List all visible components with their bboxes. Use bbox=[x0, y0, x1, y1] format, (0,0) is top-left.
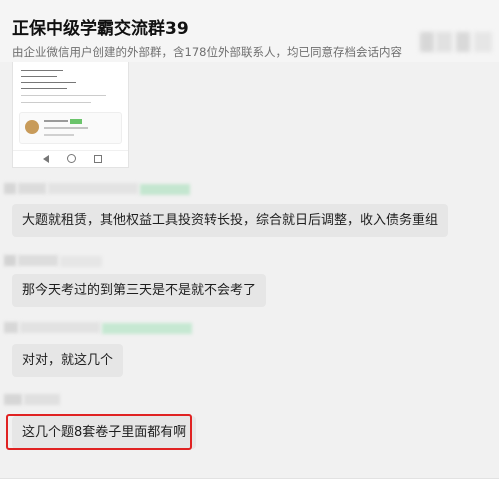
sender-name-blur bbox=[140, 184, 190, 195]
highlight-box bbox=[6, 414, 192, 450]
handwriting-line bbox=[21, 82, 76, 83]
status-badge bbox=[70, 119, 82, 124]
phone-nav-bar bbox=[13, 150, 128, 167]
handwriting-line bbox=[21, 76, 57, 77]
sender-name-blur bbox=[4, 183, 16, 194]
header-action-blur[interactable] bbox=[420, 32, 434, 52]
sender-name-blur bbox=[60, 256, 102, 267]
card-text-line bbox=[44, 134, 74, 136]
header-action-blur[interactable] bbox=[436, 32, 452, 52]
avatar bbox=[25, 120, 39, 134]
chat-header: 正保中级学霸交流群39 由企业微信用户创建的外部群，含178位外部联系人，均已同… bbox=[0, 0, 499, 62]
message-bubble[interactable]: 那今天考过的到第三天是不是就不会考了 bbox=[12, 274, 267, 307]
sender-name-blur bbox=[24, 394, 60, 405]
card-text-line bbox=[44, 127, 88, 129]
handwriting-line bbox=[21, 70, 63, 71]
divider bbox=[21, 95, 106, 96]
message-bubble[interactable]: 对对，就这几个 bbox=[12, 344, 124, 377]
sender-name-blur bbox=[20, 322, 100, 333]
sender-name-blur bbox=[4, 322, 18, 333]
sender-name-blur bbox=[4, 394, 22, 405]
group-title: 正保中级学霸交流群39 bbox=[12, 19, 189, 39]
group-subtitle: 由企业微信用户创建的外部群，含178位外部联系人，均已同意存档会话内容 bbox=[12, 45, 402, 59]
sender-name-blur bbox=[18, 183, 46, 194]
card-text-line bbox=[44, 120, 68, 122]
sender-name-blur bbox=[48, 183, 138, 194]
header-action-blur[interactable] bbox=[456, 32, 470, 52]
header-action-blur[interactable] bbox=[474, 32, 492, 52]
recents-square-icon bbox=[94, 155, 102, 163]
toolbar-line bbox=[21, 102, 91, 103]
home-circle-icon bbox=[67, 154, 76, 163]
post-card bbox=[19, 112, 122, 144]
image-attachment[interactable] bbox=[12, 62, 129, 168]
sender-name-blur bbox=[4, 255, 16, 266]
sender-name-blur bbox=[102, 323, 192, 334]
back-triangle-icon bbox=[43, 155, 49, 163]
message-bubble[interactable]: 大题就租赁，其他权益工具投资转长投，综合就日后调整，收入债务重组 bbox=[12, 204, 449, 237]
sender-name-blur bbox=[18, 255, 58, 266]
handwriting-line bbox=[21, 88, 67, 89]
